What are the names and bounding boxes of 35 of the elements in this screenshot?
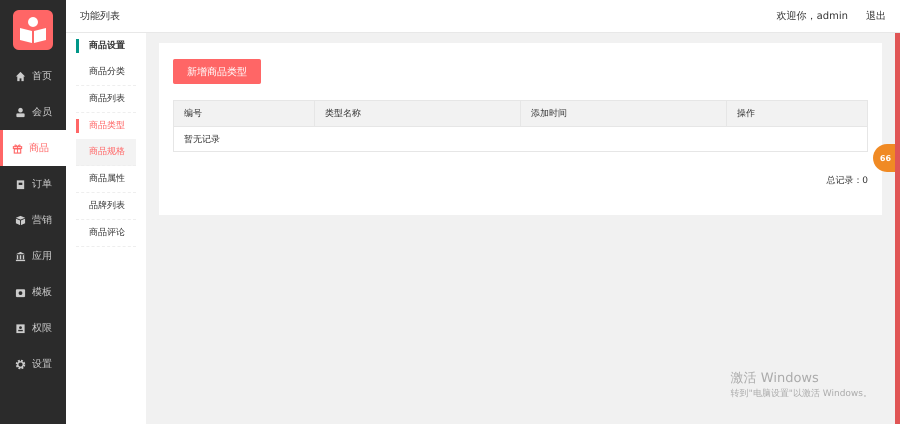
nav-item[interactable]: 权限 bbox=[0, 310, 66, 346]
column-header: 编号 bbox=[174, 100, 314, 126]
gift-icon bbox=[12, 142, 23, 154]
user-icon bbox=[15, 106, 26, 118]
camera-icon bbox=[15, 286, 26, 298]
nav-item[interactable]: 订单 bbox=[0, 166, 66, 202]
column-header: 添加时间 bbox=[520, 100, 727, 126]
box-icon bbox=[15, 214, 26, 226]
total-count: 总记录：0 bbox=[826, 174, 868, 187]
column-header: 操作 bbox=[726, 100, 868, 126]
nav-item[interactable]: 营销 bbox=[0, 202, 66, 238]
nav-item[interactable]: 应用 bbox=[0, 238, 66, 274]
submenu-heading[interactable]: 商品设置 bbox=[76, 39, 136, 53]
activation-text: 转到"电脑设置"以激活 Windows。 bbox=[730, 388, 872, 400]
nav-item[interactable]: 模板 bbox=[0, 274, 66, 310]
panel-title: 功能列表 bbox=[80, 10, 120, 23]
submenu-item[interactable]: 商品属性 bbox=[76, 166, 136, 193]
home-icon bbox=[15, 70, 26, 82]
submenu-item[interactable]: 商品列表 bbox=[76, 86, 136, 113]
empty-message: 暂无记录 bbox=[174, 126, 868, 152]
bank-icon bbox=[15, 250, 26, 262]
clipboard-icon bbox=[15, 178, 26, 190]
welcome-text: 欢迎你，admin bbox=[776, 10, 848, 23]
nav-item[interactable]: 设置 bbox=[0, 346, 66, 382]
badge-icon bbox=[15, 322, 26, 334]
logout-link[interactable]: 退出 bbox=[866, 9, 886, 23]
nav-item[interactable]: 会员 bbox=[0, 94, 66, 130]
submenu-item[interactable]: 商品分类 bbox=[76, 59, 136, 86]
gear-icon bbox=[15, 358, 26, 370]
submenu-item[interactable]: 品牌列表 bbox=[76, 193, 136, 220]
column-header: 类型名称 bbox=[314, 100, 520, 126]
logo-icon bbox=[13, 10, 53, 50]
activation-title: 激活 Windows bbox=[730, 370, 820, 387]
nav-item[interactable]: 首页 bbox=[0, 58, 66, 94]
submenu-item[interactable]: 商品评论 bbox=[76, 220, 136, 247]
